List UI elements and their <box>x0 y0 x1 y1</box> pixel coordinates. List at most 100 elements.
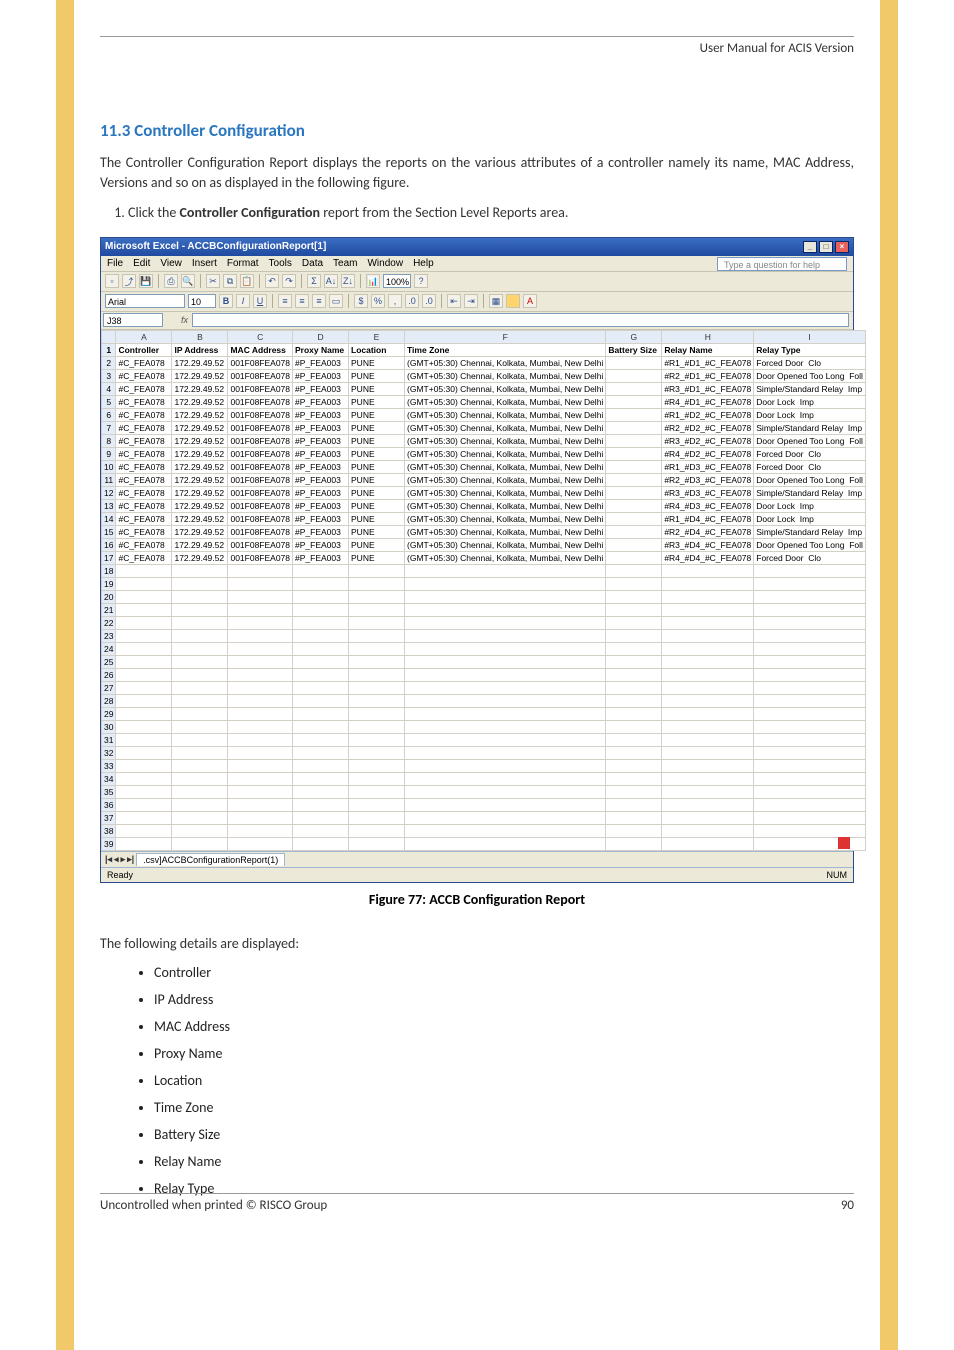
cell[interactable] <box>662 577 754 590</box>
cell[interactable]: 172.29.49.52 <box>172 447 228 460</box>
cell[interactable]: #P_FEA003 <box>293 486 349 499</box>
cell[interactable] <box>349 772 405 785</box>
cell[interactable] <box>172 837 228 850</box>
menu-window[interactable]: Window <box>367 258 403 269</box>
row-header[interactable]: 25 <box>102 655 116 668</box>
cell[interactable] <box>349 811 405 824</box>
inc-decimal-icon[interactable]: .0 <box>405 294 419 308</box>
indent-dec-icon[interactable]: ⇤ <box>447 294 461 308</box>
cell[interactable] <box>349 564 405 577</box>
cell[interactable]: PUNE <box>349 525 405 538</box>
cell[interactable] <box>662 785 754 798</box>
sheet-tab-1[interactable]: .csv]ACCBConfigurationReport(1) <box>136 853 285 866</box>
field-header[interactable]: Battery Size <box>606 343 662 356</box>
cell[interactable] <box>228 590 293 603</box>
percent-icon[interactable]: % <box>371 294 385 308</box>
cell[interactable] <box>606 538 662 551</box>
cell[interactable] <box>754 824 866 837</box>
cell[interactable] <box>754 655 866 668</box>
col-header[interactable]: H <box>662 330 754 343</box>
cell[interactable] <box>754 642 866 655</box>
cell[interactable] <box>606 668 662 681</box>
menu-view[interactable]: View <box>160 258 182 269</box>
cell[interactable]: 001F08FEA078 <box>228 538 293 551</box>
merge-icon[interactable]: ▭ <box>329 294 343 308</box>
cell[interactable]: #R3_#D1_#C_FEA078 <box>662 382 754 395</box>
row-header[interactable]: 29 <box>102 707 116 720</box>
cell[interactable] <box>116 668 172 681</box>
cell[interactable]: #R1_#D1_#C_FEA078 <box>662 356 754 369</box>
row-header[interactable]: 2 <box>102 356 116 369</box>
zoom-select[interactable]: 100% <box>383 274 411 288</box>
cell[interactable] <box>293 564 349 577</box>
cell[interactable] <box>349 720 405 733</box>
cell[interactable] <box>293 811 349 824</box>
cell[interactable] <box>349 642 405 655</box>
indent-inc-icon[interactable]: ⇥ <box>464 294 478 308</box>
cell[interactable] <box>293 590 349 603</box>
cell[interactable] <box>293 603 349 616</box>
cell[interactable]: 172.29.49.52 <box>172 395 228 408</box>
save-icon[interactable]: 💾 <box>139 274 153 288</box>
cell[interactable] <box>662 603 754 616</box>
cell[interactable] <box>228 707 293 720</box>
cell[interactable]: 172.29.49.52 <box>172 356 228 369</box>
cell[interactable] <box>606 512 662 525</box>
cell[interactable]: (GMT+05:30) Chennai, Kolkata, Mumbai, Ne… <box>405 460 606 473</box>
cell[interactable] <box>228 564 293 577</box>
cell[interactable] <box>606 499 662 512</box>
row-header[interactable]: 10 <box>102 460 116 473</box>
cell[interactable]: PUNE <box>349 486 405 499</box>
cell[interactable] <box>662 564 754 577</box>
row-header[interactable]: 30 <box>102 720 116 733</box>
cell[interactable]: (GMT+05:30) Chennai, Kolkata, Mumbai, Ne… <box>405 499 606 512</box>
cell[interactable] <box>662 837 754 850</box>
cell[interactable]: PUNE <box>349 473 405 486</box>
cell[interactable] <box>293 629 349 642</box>
cell[interactable]: (GMT+05:30) Chennai, Kolkata, Mumbai, Ne… <box>405 473 606 486</box>
cell[interactable]: #C_FEA078 <box>116 447 172 460</box>
cell[interactable] <box>172 759 228 772</box>
cell[interactable] <box>349 746 405 759</box>
menu-insert[interactable]: Insert <box>192 258 217 269</box>
cell[interactable] <box>349 694 405 707</box>
font-color-icon[interactable]: A <box>523 294 537 308</box>
cell[interactable] <box>228 655 293 668</box>
cell[interactable]: 001F08FEA078 <box>228 408 293 421</box>
cell[interactable] <box>606 642 662 655</box>
cell[interactable] <box>228 616 293 629</box>
cell[interactable]: #P_FEA003 <box>293 551 349 564</box>
cell[interactable] <box>754 759 866 772</box>
cell[interactable]: #C_FEA078 <box>116 538 172 551</box>
cell[interactable] <box>606 564 662 577</box>
cell[interactable] <box>293 668 349 681</box>
row-header[interactable]: 9 <box>102 447 116 460</box>
cell[interactable]: #P_FEA003 <box>293 460 349 473</box>
col-header[interactable]: B <box>172 330 228 343</box>
cell[interactable]: Door Lock Imp <box>754 512 866 525</box>
cell[interactable]: #C_FEA078 <box>116 369 172 382</box>
cell[interactable] <box>293 655 349 668</box>
cell[interactable]: #P_FEA003 <box>293 512 349 525</box>
cell[interactable]: 172.29.49.52 <box>172 525 228 538</box>
cell[interactable]: 001F08FEA078 <box>228 486 293 499</box>
cell[interactable] <box>116 629 172 642</box>
cell[interactable]: (GMT+05:30) Chennai, Kolkata, Mumbai, Ne… <box>405 369 606 382</box>
cell[interactable] <box>349 759 405 772</box>
cell[interactable] <box>662 798 754 811</box>
cell[interactable]: 001F08FEA078 <box>228 395 293 408</box>
cell[interactable] <box>606 837 662 850</box>
row-header[interactable]: 27 <box>102 681 116 694</box>
row-header[interactable]: 23 <box>102 629 116 642</box>
row-header[interactable]: 22 <box>102 616 116 629</box>
spreadsheet-grid[interactable]: ABCDEFGHI1ControllerIP AddressMAC Addres… <box>101 330 866 851</box>
cell[interactable] <box>172 811 228 824</box>
cell[interactable] <box>606 447 662 460</box>
cell[interactable] <box>606 408 662 421</box>
cell[interactable] <box>754 811 866 824</box>
col-header[interactable]: E <box>349 330 405 343</box>
cell[interactable]: #P_FEA003 <box>293 538 349 551</box>
cell[interactable]: #C_FEA078 <box>116 434 172 447</box>
cell[interactable]: PUNE <box>349 382 405 395</box>
cell[interactable]: #P_FEA003 <box>293 525 349 538</box>
